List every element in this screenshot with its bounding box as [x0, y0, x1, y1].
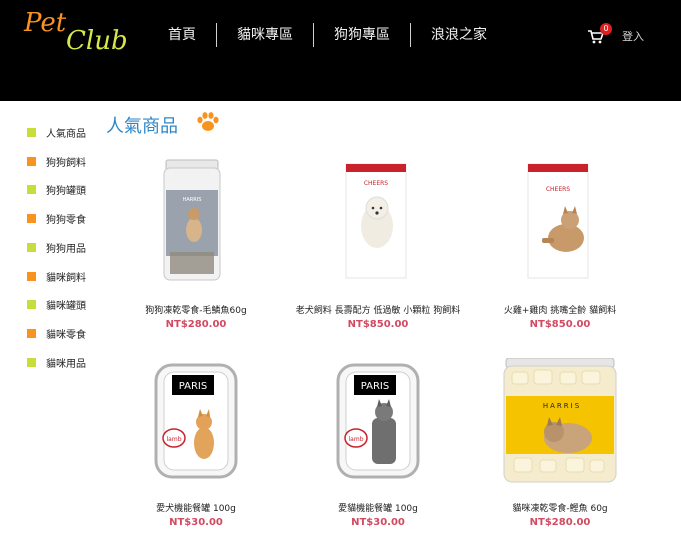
sidebar-item-dog-cans[interactable]: 狗狗罐頭: [27, 176, 107, 205]
sidebar-item-dog-snacks[interactable]: 狗狗零食: [27, 204, 107, 233]
sidebar-item-dog-supplies[interactable]: 狗狗用品: [27, 233, 107, 262]
logo-text-pet: Pet: [24, 8, 67, 38]
svg-text:HARRIS: HARRIS: [183, 197, 202, 203]
product-image-harris-dog-jar[interactable]: HARRIS: [106, 156, 286, 282]
paw-print-icon: [197, 112, 219, 131]
bullet-square-icon: [27, 185, 36, 195]
product-price: NT$850.00: [347, 319, 409, 330]
bullet-square-icon: [27, 242, 36, 252]
bullet-square-icon: [27, 127, 36, 137]
svg-text:CHEERS: CHEERS: [364, 180, 388, 187]
bullet-square-icon: [27, 357, 36, 367]
section-title: 人氣商品: [106, 116, 178, 137]
product-price: NT$280.00: [529, 517, 591, 528]
product-name[interactable]: 狗狗凍乾零食-毛鱗魚60g: [106, 303, 286, 316]
sidebar-item-label: 貓咪用品: [46, 358, 86, 370]
svg-text:CHEERS: CHEERS: [546, 186, 570, 193]
sidebar-item-label: 貓咪罐頭: [46, 301, 86, 313]
product-price: NT$280.00: [165, 319, 227, 330]
sidebar-item-popular[interactable]: 人氣商品: [27, 118, 107, 147]
bullet-square-icon: [27, 329, 36, 339]
category-sidebar: 人氣商品 狗狗飼料 狗狗罐頭 狗狗零食 狗狗用品 貓咪飼料 貓咪罐頭 貓咪零食 …: [27, 118, 107, 377]
sidebar-item-label: 狗狗用品: [46, 243, 86, 255]
sidebar-item-label: 人氣商品: [46, 128, 86, 140]
product-name[interactable]: 愛貓機能餐罐 100g: [288, 501, 468, 514]
bullet-square-icon: [27, 214, 36, 224]
pet-club-logo[interactable]: Pet Club: [22, 6, 128, 66]
product-image-cheers-cat-food-bag[interactable]: CHEERS: [470, 156, 650, 282]
product-name[interactable]: 火雞+雞肉 挑嘴全齡 貓飼料: [470, 303, 650, 316]
sidebar-item-label: 狗狗罐頭: [46, 186, 86, 198]
svg-text:PARIS: PARIS: [179, 381, 207, 392]
top-navigation-bar: Pet Club 首頁 貓咪專區 狗狗專區 浪浪之家 0 登入: [0, 0, 681, 101]
product-image-cheers-dog-food-bag[interactable]: CHEERS: [288, 156, 468, 282]
bullet-square-icon: [27, 300, 36, 310]
product-name[interactable]: 愛犬機能餐罐 100g: [106, 501, 286, 514]
product-price: NT$850.00: [529, 319, 591, 330]
sidebar-item-cat-snacks[interactable]: 貓咪零食: [27, 319, 107, 348]
sidebar-item-label: 貓咪飼料: [46, 272, 86, 284]
sidebar-item-label: 狗狗飼料: [46, 157, 86, 169]
nav-home[interactable]: 首頁: [160, 23, 216, 47]
sidebar-item-cat-food[interactable]: 貓咪飼料: [27, 262, 107, 291]
svg-text:lamb: lamb: [167, 436, 182, 443]
product-price: NT$30.00: [351, 517, 405, 528]
bullet-square-icon: [27, 271, 36, 281]
svg-text:HARRIS: HARRIS: [543, 402, 581, 410]
login-link[interactable]: 登入: [622, 28, 644, 44]
product-name[interactable]: 老犬飼料 長壽配方 低過敏 小顆粒 狗飼料: [288, 303, 468, 316]
sidebar-item-label: 貓咪零食: [46, 330, 86, 342]
nav-dog-zone[interactable]: 狗狗專區: [313, 23, 410, 47]
nav-stray-home[interactable]: 浪浪之家: [410, 23, 507, 47]
product-image-paris-cat-can[interactable]: PARIS lamb: [288, 358, 468, 484]
product-image-paris-dog-can[interactable]: PARIS lamb: [106, 358, 286, 484]
sidebar-item-label: 狗狗零食: [46, 215, 86, 227]
nav-cat-zone[interactable]: 貓咪專區: [216, 23, 313, 47]
sidebar-item-dog-food[interactable]: 狗狗飼料: [27, 147, 107, 176]
product-price: NT$30.00: [169, 517, 223, 528]
main-nav: 首頁 貓咪專區 狗狗專區 浪浪之家: [160, 22, 507, 48]
sidebar-item-cat-supplies[interactable]: 貓咪用品: [27, 348, 107, 377]
cart-count-badge: 0: [600, 23, 612, 35]
svg-text:PARIS: PARIS: [361, 381, 389, 392]
product-image-harris-cat-jar[interactable]: HARRIS: [470, 358, 650, 484]
bullet-square-icon: [27, 156, 36, 166]
product-name[interactable]: 貓咪凍乾零食-鰹魚 60g: [470, 501, 650, 514]
svg-text:lamb: lamb: [349, 436, 364, 443]
logo-text-club: Club: [66, 26, 128, 56]
sidebar-item-cat-cans[interactable]: 貓咪罐頭: [27, 291, 107, 320]
